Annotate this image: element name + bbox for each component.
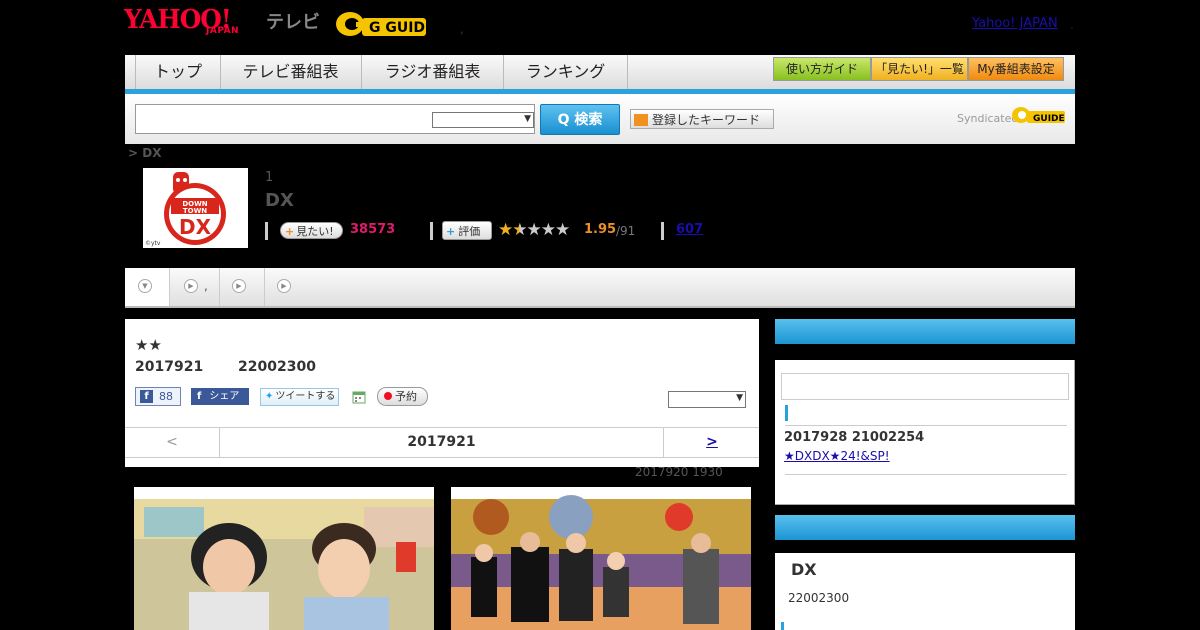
tweet-button[interactable]: ✦ ツイートする — [260, 388, 339, 406]
episode-photo-1[interactable] — [134, 487, 434, 630]
episode-photo-2[interactable] — [451, 487, 751, 630]
tv-logo[interactable]: テレビ — [266, 8, 320, 34]
rating-score: 1.95 — [584, 222, 617, 237]
episode-select[interactable]: ▼ — [668, 391, 746, 408]
keyword-icon — [634, 113, 648, 126]
registered-keywords-button[interactable]: 登録したキーワード — [630, 109, 774, 129]
program-title: DX — [265, 190, 294, 211]
chevron-down-icon: ▼ — [524, 114, 531, 124]
divider — [785, 474, 1067, 475]
rating-stars: ★★★★★ — [498, 220, 570, 240]
next-date-button[interactable]: > — [663, 428, 760, 457]
sidebar-field[interactable] — [781, 373, 1069, 400]
divider — [265, 222, 268, 240]
divider — [785, 425, 1067, 426]
sidebar-card-header — [775, 515, 1075, 540]
share-label: シェア — [209, 391, 240, 402]
star-icon-full: ★ — [498, 220, 513, 240]
tab-2[interactable]: ▶ , — [170, 268, 220, 306]
yahoo-japan-link[interactable]: Yahoo! JAPAN — [972, 16, 1058, 31]
header-separator: , — [460, 22, 464, 36]
tab-2-label: , — [204, 279, 208, 293]
mitai-count: 38573 — [350, 222, 396, 237]
episode-rating-stars: ★★ — [135, 336, 162, 354]
tweet-label: ツイートする — [275, 391, 336, 402]
star-icon-empty: ★ — [526, 220, 542, 240]
breadcrumb[interactable]: > DX — [128, 146, 161, 160]
usage-guide-button[interactable]: 使い方ガイド — [773, 57, 871, 81]
star-icon-empty: ★ — [555, 220, 570, 240]
calendar-add-icon[interactable] — [352, 389, 366, 404]
registered-keywords-label: 登録したキーワード — [652, 113, 761, 127]
header-dot: . — [1070, 18, 1074, 32]
reviews-link[interactable]: 607 — [676, 222, 703, 237]
tab-3[interactable]: ▶ — [220, 268, 265, 306]
chevron-down-icon: ▼ — [138, 279, 152, 293]
svg-text:GUIDE: GUIDE — [1033, 114, 1065, 124]
watchlist-button[interactable]: 「見たい!」一覧 — [871, 57, 968, 81]
program-logo: DOWN TOWN DX ©ytv — [143, 168, 248, 248]
search-category-select[interactable]: ▼ — [432, 112, 534, 128]
next-broadcast-date: 2017928 21002254 — [784, 430, 925, 445]
svg-text:G GUIDE: G GUIDE — [369, 20, 430, 36]
plus-icon: + — [285, 225, 295, 238]
plus-icon: + — [446, 225, 456, 238]
reserve-label: 予約 — [395, 390, 417, 403]
twitter-bird-icon: ✦ — [265, 391, 274, 402]
facebook-like-button[interactable]: f 88 — [135, 387, 181, 406]
divider — [661, 222, 664, 240]
prev-date-button[interactable]: < — [125, 428, 220, 457]
program-tabs: ▼ ▶ , ▶ ▶ — [125, 268, 1075, 308]
syndicated-gguide-badge: Syndicated GUIDE — [957, 103, 1067, 129]
search-button[interactable]: Q 検索 — [540, 104, 620, 135]
tab-4[interactable]: ▶ — [265, 268, 301, 306]
facebook-icon: f — [140, 390, 153, 403]
facebook-share-button[interactable]: f シェア — [191, 388, 249, 405]
current-date: 2017921 — [407, 434, 476, 450]
play-icon: ▶ — [232, 279, 246, 293]
section-marker — [781, 622, 784, 630]
air-time: 22002300 — [238, 359, 316, 375]
svg-text:DX: DX — [179, 215, 212, 239]
record-dot-icon — [384, 392, 392, 400]
nav-tab-top[interactable]: トップ — [135, 55, 221, 89]
facebook-icon: f — [197, 391, 202, 402]
play-icon: ▶ — [184, 279, 198, 293]
star-icon-half: ★ — [512, 220, 527, 240]
rating-count: /91 — [616, 224, 636, 238]
facebook-like-count: 88 — [159, 390, 173, 403]
nav-tab-tv-listings[interactable]: テレビ番組表 — [220, 55, 362, 89]
next-broadcast-link[interactable]: ★DXDX★24!&SP! — [784, 449, 890, 463]
sidebar-card-header — [775, 319, 1075, 344]
svg-text:©ytv: ©ytv — [145, 240, 161, 247]
yahoo-japan-sublogo: JAPAN — [206, 26, 240, 36]
sidebar-card-title-bar — [775, 540, 1075, 553]
divider — [430, 222, 433, 240]
chevron-down-icon: ▼ — [736, 393, 743, 403]
air-date: 2017921 — [135, 359, 204, 375]
star-icon-empty: ★ — [540, 220, 556, 240]
my-listings-settings-button[interactable]: My番組表設定 — [968, 57, 1064, 81]
gguide-logo[interactable]: G GUIDE — [334, 8, 435, 40]
play-icon: ▶ — [277, 279, 291, 293]
nav-tab-ranking[interactable]: ランキング — [504, 55, 628, 89]
reserve-button[interactable]: 予約 — [377, 387, 428, 406]
updated-timestamp: 2017920 1930 — [635, 465, 723, 479]
svg-text:TOWN: TOWN — [183, 207, 207, 215]
program-number: 1 — [265, 170, 274, 185]
mitai-label: 見たい! — [296, 225, 334, 238]
rate-label: 評価 — [458, 225, 481, 238]
sidebar-program-time: 22002300 — [788, 591, 850, 605]
sidebar-program-title[interactable]: DX — [791, 560, 817, 579]
nav-tab-radio-listings[interactable]: ラジオ番組表 — [362, 55, 504, 89]
global-nav: トップ テレビ番組表 ラジオ番組表 ランキング 使い方ガイド 「見たい!」一覧 … — [125, 55, 1075, 94]
rate-button[interactable]: + 評価 — [442, 221, 492, 240]
mitai-button[interactable]: + 見たい! — [280, 222, 343, 239]
tab-episodes[interactable]: ▼ — [125, 268, 170, 306]
section-marker — [785, 405, 788, 421]
sidebar-card-title-bar — [775, 344, 1075, 360]
